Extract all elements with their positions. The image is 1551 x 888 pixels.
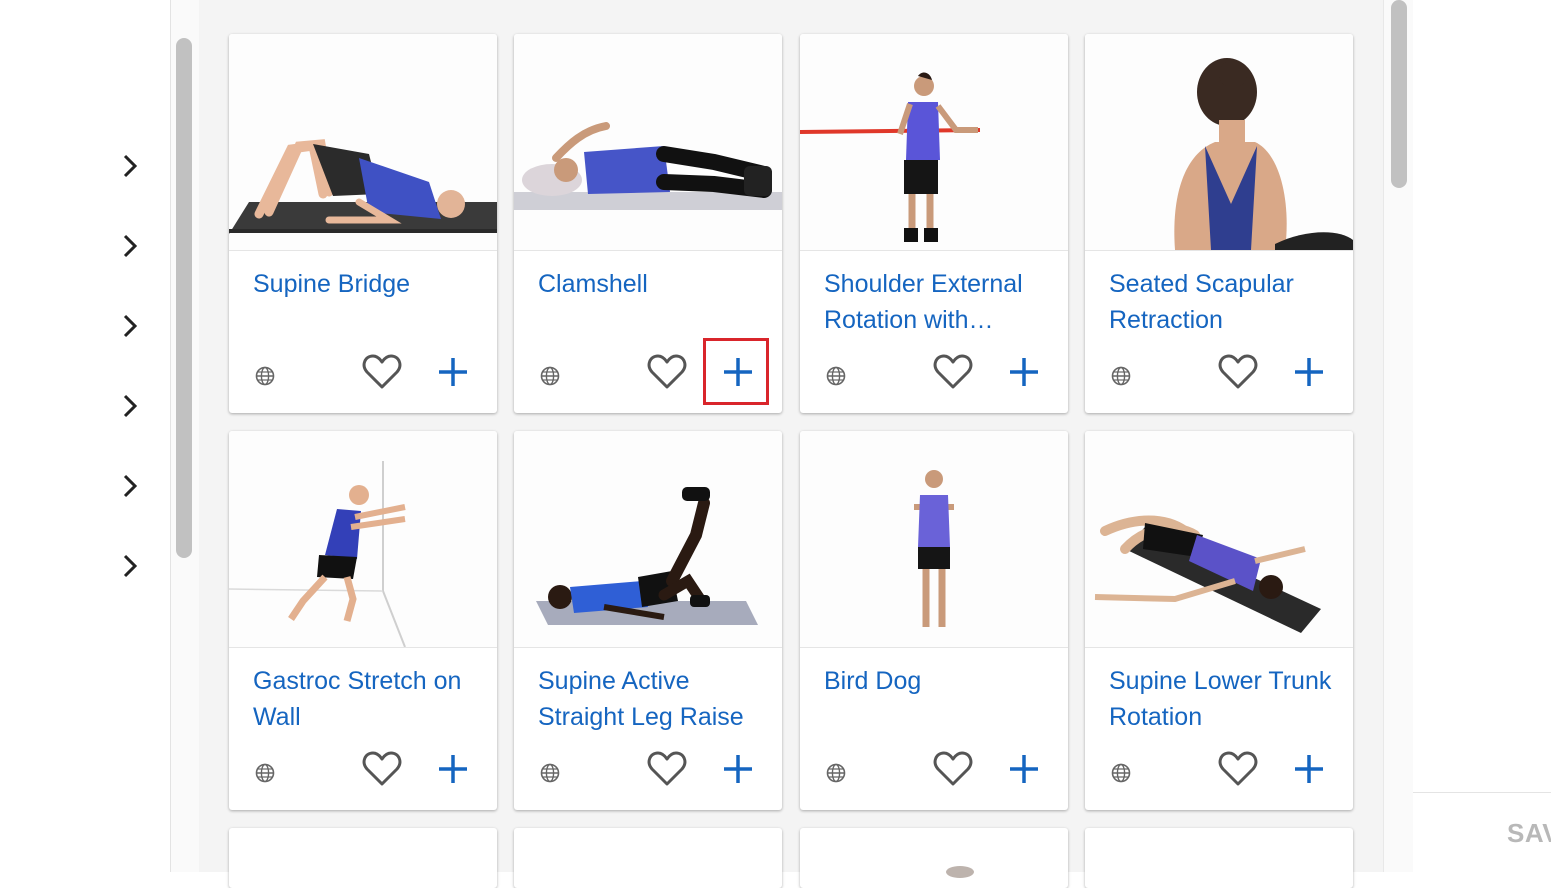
exercise-title[interactable]: Supine Active Straight Leg Raise [538, 663, 764, 735]
exercise-card-supine-active-straight-leg-raise[interactable]: Supine Active Straight Leg Raise [514, 431, 782, 810]
save-button[interactable]: SAVE [1507, 818, 1551, 849]
globe-icon [540, 366, 560, 386]
exercise-card[interactable] [800, 828, 1068, 888]
exercise-card-bird-dog[interactable]: Bird Dog [800, 431, 1068, 810]
plus-icon[interactable] [1289, 749, 1329, 789]
plus-icon[interactable] [433, 749, 473, 789]
globe-icon [255, 763, 275, 783]
exercise-title[interactable]: Gastroc Stretch on Wall [253, 663, 479, 735]
chevron-right-icon[interactable] [116, 472, 144, 500]
exercise-image[interactable] [229, 431, 497, 648]
plus-icon[interactable] [718, 749, 758, 789]
exercise-title[interactable]: Seated Scapular Retraction [1109, 266, 1335, 338]
globe-icon [540, 763, 560, 783]
exercise-card-supine-bridge[interactable]: Supine Bridge [229, 34, 497, 413]
exercise-title[interactable]: Supine Lower Trunk Rotation [1109, 663, 1335, 735]
heart-outline-icon[interactable] [932, 749, 974, 789]
exercise-card[interactable] [1085, 828, 1353, 888]
exercise-title[interactable]: Clamshell [538, 266, 764, 302]
globe-icon [826, 763, 846, 783]
plus-icon[interactable] [1004, 749, 1044, 789]
exercise-image[interactable] [229, 34, 497, 251]
plus-icon[interactable] [433, 352, 473, 392]
globe-icon [826, 366, 846, 386]
heart-outline-icon[interactable] [1217, 749, 1259, 789]
heart-outline-icon[interactable] [646, 352, 688, 392]
chevron-right-icon[interactable] [116, 152, 144, 180]
exercise-image[interactable] [800, 34, 1068, 251]
exercise-title[interactable]: Shoulder External Rotation with… [824, 266, 1050, 338]
sidebar-scrollbar-thumb[interactable] [176, 38, 192, 558]
plus-icon[interactable] [1004, 352, 1044, 392]
globe-icon [255, 366, 275, 386]
exercise-image[interactable] [1085, 431, 1353, 648]
exercise-card-seated-scapular-retraction[interactable]: Seated Scapular Retraction [1085, 34, 1353, 413]
exercise-title[interactable]: Supine Bridge [253, 266, 479, 302]
chevron-right-icon[interactable] [116, 392, 144, 420]
right-panel-divider [1413, 792, 1551, 793]
heart-outline-icon[interactable] [1217, 352, 1259, 392]
exercise-image[interactable] [800, 431, 1068, 648]
heart-outline-icon[interactable] [361, 352, 403, 392]
exercise-card-supine-lower-trunk-rotation[interactable]: Supine Lower Trunk Rotation [1085, 431, 1353, 810]
heart-outline-icon[interactable] [361, 749, 403, 789]
exercise-card-shoulder-external-rotation[interactable]: Shoulder External Rotation with… [800, 34, 1068, 413]
exercise-card[interactable] [514, 828, 782, 888]
chevron-right-icon[interactable] [116, 232, 144, 260]
heart-outline-icon[interactable] [646, 749, 688, 789]
highlight-box [703, 338, 769, 405]
exercise-image[interactable] [1085, 34, 1353, 251]
exercise-card-gastroc-stretch-on-wall[interactable]: Gastroc Stretch on Wall [229, 431, 497, 810]
exercise-title[interactable]: Bird Dog [824, 663, 1050, 699]
right-panel [1413, 0, 1551, 872]
main-scrollbar-thumb[interactable] [1391, 0, 1407, 188]
chevron-right-icon[interactable] [116, 552, 144, 580]
exercise-image[interactable] [514, 34, 782, 251]
exercise-image[interactable] [514, 431, 782, 648]
globe-icon [1111, 763, 1131, 783]
exercise-card[interactable] [229, 828, 497, 888]
chevron-right-icon[interactable] [116, 312, 144, 340]
heart-outline-icon[interactable] [932, 352, 974, 392]
globe-icon [1111, 366, 1131, 386]
plus-icon[interactable] [1289, 352, 1329, 392]
sidebar [0, 0, 170, 872]
